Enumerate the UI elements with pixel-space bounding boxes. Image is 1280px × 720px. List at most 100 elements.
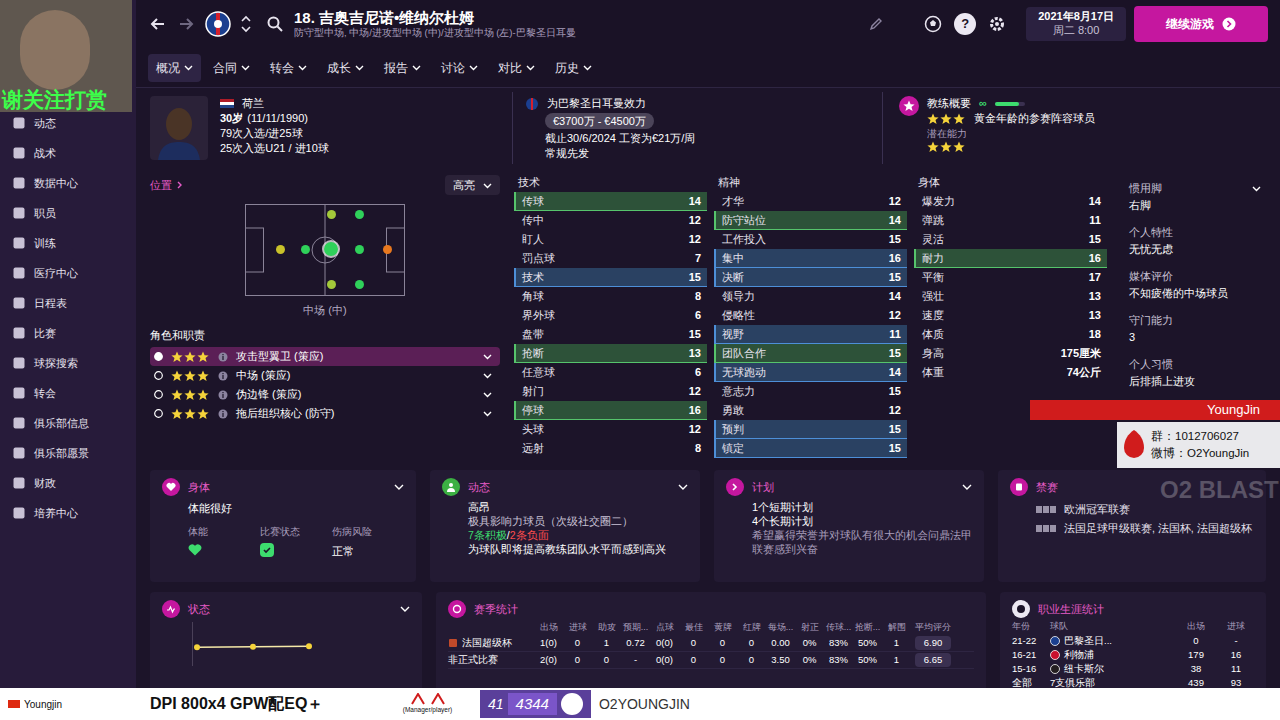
sidebar-item[interactable]: 战术 <box>0 138 136 168</box>
help-button[interactable]: ? <box>954 13 976 35</box>
menu-tab[interactable]: 概况 <box>148 54 201 82</box>
card-title[interactable]: 身体 <box>188 479 210 496</box>
sidebar-item[interactable]: 日程表 <box>0 288 136 318</box>
form-point[interactable] <box>306 643 312 649</box>
back-icon[interactable] <box>148 14 168 34</box>
highlight-dropdown[interactable]: 高亮 <box>445 175 500 195</box>
detail-header: 守门能力 <box>1129 312 1261 329</box>
menu-tab[interactable]: 对比 <box>490 54 543 82</box>
detail-item: 守门能力3 <box>1129 312 1261 356</box>
menu-tab[interactable]: 历史 <box>547 54 600 82</box>
column-header[interactable]: 红牌 <box>737 621 766 635</box>
table-row[interactable]: 21-22巴黎圣日...0- <box>1012 634 1254 648</box>
forward-icon[interactable] <box>176 14 196 34</box>
table-cell: 50% <box>853 653 882 667</box>
column-header[interactable]: 最佳 <box>679 621 708 635</box>
column-header[interactable]: 出场 <box>1174 620 1218 634</box>
sidebar-item[interactable]: 医疗中心 <box>0 258 136 288</box>
sidebar-item[interactable]: 俱乐部信息 <box>0 408 136 438</box>
column-header[interactable]: 每场... <box>766 621 795 635</box>
chevron-down-icon <box>483 371 492 380</box>
attribute-value: 14 <box>889 364 901 381</box>
caps: 79次入选/进25球 <box>220 126 329 141</box>
position-dot[interactable] <box>301 245 310 254</box>
table-row[interactable]: 法国超级杯1(0)010.720(0)0000.000%83%50%16.90 <box>448 635 974 652</box>
sidebar-label: 球探搜索 <box>34 355 78 372</box>
column-header[interactable]: 球队 <box>1050 620 1174 634</box>
sidebar-item[interactable]: 职员 <box>0 198 136 228</box>
menu-tab[interactable]: 讨论 <box>433 54 486 82</box>
column-header[interactable]: 传球... <box>824 621 853 635</box>
position-title[interactable]: 位置 <box>150 177 172 194</box>
match-fitness-label: 比赛状态 <box>260 525 332 539</box>
sidebar-item[interactable]: 财政 <box>0 468 136 498</box>
role-row[interactable]: 拖后组织核心 (防守) <box>150 404 500 423</box>
card-title[interactable]: 赛季统计 <box>474 601 518 618</box>
sidebar-item[interactable]: 球探搜索 <box>0 348 136 378</box>
column-header[interactable]: 预期... <box>621 621 650 635</box>
position-dot[interactable] <box>327 280 336 289</box>
column-header[interactable]: 点球 <box>650 621 679 635</box>
role-row[interactable]: 攻击型翼卫 (策应) <box>150 347 500 366</box>
position-dot[interactable] <box>355 210 364 219</box>
column-header[interactable]: 进球 <box>1218 620 1254 634</box>
menu-tab[interactable]: 转会 <box>262 54 315 82</box>
attribute-name: 灵活 <box>922 231 944 248</box>
position-dot[interactable] <box>383 245 392 254</box>
position-dot[interactable] <box>355 245 364 254</box>
detail-header: 个人习惯 <box>1129 356 1261 373</box>
detail-value: 不知疲倦的中场球员 <box>1129 285 1261 302</box>
sidebar-item[interactable]: 训练 <box>0 228 136 258</box>
continue-button[interactable]: 继续游戏 <box>1134 6 1268 42</box>
table-cell: 1 <box>882 636 911 650</box>
menu-icon <box>12 476 26 490</box>
card-title[interactable]: 禁赛 <box>1036 479 1058 496</box>
attribute-row: 技术15 <box>514 268 707 287</box>
position-dot[interactable] <box>324 242 338 256</box>
sidebar-item[interactable]: 数据中心 <box>0 168 136 198</box>
table-row[interactable]: 15-16纽卡斯尔3811 <box>1012 662 1254 676</box>
form-point[interactable] <box>194 644 200 650</box>
column-header[interactable]: 黄牌 <box>708 621 737 635</box>
player-switch-icon[interactable] <box>240 12 252 36</box>
form-point[interactable] <box>250 644 256 650</box>
card-title[interactable]: 职业生涯统计 <box>1038 601 1104 618</box>
sidebar-item[interactable]: 俱乐部愿景 <box>0 438 136 468</box>
attribute-name: 体重 <box>922 364 944 381</box>
column-header[interactable]: 解围 <box>882 621 911 635</box>
menu-tab[interactable]: 合同 <box>205 54 258 82</box>
column-header[interactable]: 射正 <box>795 621 824 635</box>
sidebar-item[interactable]: 比赛 <box>0 318 136 348</box>
gear-icon[interactable] <box>984 11 1010 37</box>
menu-tab[interactable]: 报告 <box>376 54 429 82</box>
sidebar-item[interactable]: 培养中心 <box>0 498 136 528</box>
club-badge-icon[interactable] <box>204 10 232 38</box>
edit-pencil-icon[interactable] <box>864 12 888 36</box>
attribute-column: 技术传球14传中12盯人12罚点球7技术15角球8界外球6盘带15抢断13任意球… <box>514 174 707 464</box>
knowledge-track <box>995 102 1025 106</box>
card-title[interactable]: 状态 <box>188 601 210 618</box>
sidebar-item[interactable]: 转会 <box>0 378 136 408</box>
card-title[interactable]: 计划 <box>752 479 774 496</box>
position-dot[interactable] <box>327 210 336 219</box>
career-ball-icon <box>1012 600 1030 618</box>
column-header[interactable]: 年份 <box>1012 620 1050 634</box>
sidebar-item[interactable]: 动态 <box>0 108 136 138</box>
position-dot[interactable] <box>355 280 364 289</box>
coach-summary: 黄金年龄的参赛阵容球员 <box>974 111 1095 126</box>
column-header[interactable]: 平均评分 <box>911 621 955 635</box>
role-row[interactable]: 中场 (策应) <box>150 366 500 385</box>
menu-tab[interactable]: 成长 <box>319 54 372 82</box>
table-row[interactable]: 16-21利物浦17916 <box>1012 648 1254 662</box>
table-row[interactable]: 非正式比赛2(0)00-0(0)0003.500%83%50%16.65 <box>448 652 974 669</box>
column-header[interactable]: 抢断... <box>853 621 882 635</box>
ball-icon[interactable] <box>920 11 946 37</box>
column-header[interactable]: 出场 <box>534 621 563 635</box>
role-row[interactable]: 伪边锋 (策应) <box>150 385 500 404</box>
card-title[interactable]: 动态 <box>468 479 490 496</box>
attribute-name: 领导力 <box>722 288 755 305</box>
position-dot[interactable] <box>276 245 285 254</box>
search-icon[interactable] <box>264 13 286 35</box>
column-header[interactable]: 进球 <box>563 621 592 635</box>
column-header[interactable]: 助攻 <box>592 621 621 635</box>
